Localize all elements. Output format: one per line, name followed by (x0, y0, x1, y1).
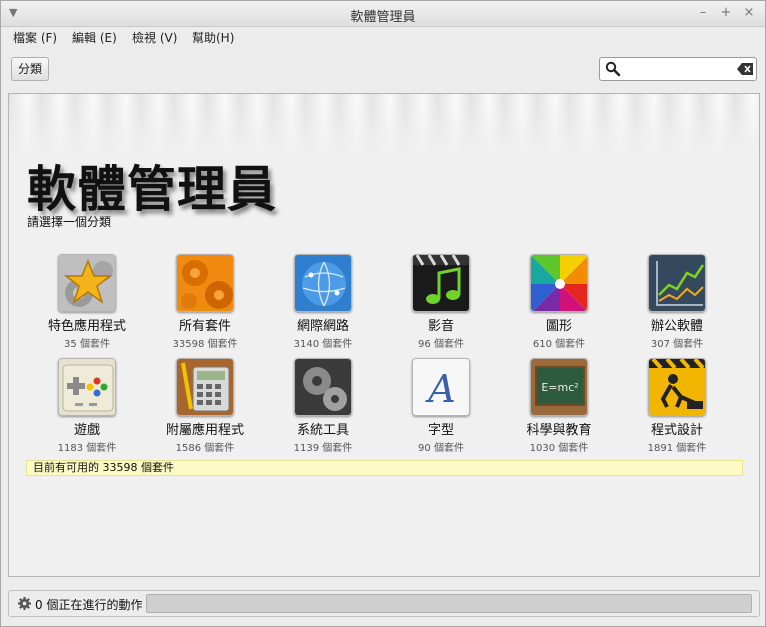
title-bar: ▼ 軟體管理員 – + × (1, 1, 765, 27)
svg-text:A: A (425, 367, 455, 411)
progress-bar (146, 594, 752, 613)
toolbar: 分類 (1, 49, 765, 89)
maximize-icon[interactable]: + (719, 5, 733, 20)
calculator-pencil-icon (176, 358, 234, 416)
category-name: 遊戲 (73, 423, 100, 438)
category-office[interactable]: 辦公軟體 307 個套件 (618, 254, 736, 350)
category-count: 1586 個套件 (175, 443, 235, 454)
decorative-banner (9, 94, 759, 154)
clapperboard-music-icon (412, 254, 470, 312)
svg-text:E=mc²: E=mc² (541, 381, 578, 394)
category-name: 字型 (427, 423, 454, 438)
menu-file[interactable]: 檔案 (F) (13, 29, 57, 46)
gear-icon (18, 597, 31, 610)
category-count: 3140 個套件 (293, 339, 353, 350)
chalkboard-formula-icon: E=mc² (530, 358, 588, 416)
category-count: 307 個套件 (650, 339, 704, 350)
category-count: 33598 個套件 (172, 339, 238, 350)
category-count: 90 個套件 (418, 443, 464, 454)
category-name: 程式設計 (650, 423, 703, 438)
category-count: 1139 個套件 (293, 443, 353, 454)
category-programming[interactable]: 程式設計 1891 個套件 (618, 358, 736, 454)
category-name: 附屬應用程式 (165, 423, 244, 438)
close-icon[interactable]: × (742, 5, 756, 20)
search-input[interactable] (599, 57, 757, 81)
star-gear-icon (58, 254, 116, 312)
category-name: 系統工具 (296, 423, 349, 438)
gamepad-icon (58, 358, 116, 416)
category-count: 1183 個套件 (57, 443, 117, 454)
menu-help[interactable]: 幫助(H) (192, 29, 234, 46)
category-name: 影音 (427, 319, 454, 334)
globe-network-icon (294, 254, 352, 312)
line-chart-icon (648, 254, 706, 312)
category-count: 96 個套件 (418, 339, 464, 350)
search-icon (605, 61, 621, 77)
category-button[interactable]: 分類 (11, 57, 49, 81)
category-count: 1891 個套件 (647, 443, 707, 454)
category-accessories[interactable]: 附屬應用程式 1586 個套件 (146, 358, 264, 454)
clear-search-icon[interactable] (737, 63, 753, 75)
category-science-education[interactable]: E=mc² 科學與教育 1030 個套件 (500, 358, 618, 454)
menu-view[interactable]: 檢視 (V) (132, 29, 177, 46)
category-name: 辦公軟體 (650, 319, 703, 334)
font-letter-icon: A (412, 358, 470, 416)
category-name: 圖形 (545, 319, 572, 334)
category-count: 610 個套件 (532, 339, 586, 350)
software-manager-window: ▼ 軟體管理員 – + × 檔案 (F) 編輯 (E) 檢視 (V) 幫助(H)… (0, 0, 766, 627)
color-swirl-icon (530, 254, 588, 312)
page-title: 軟體管理員 (27, 161, 278, 218)
category-view: 軟體管理員 請選擇一個分類 特色應用程式 35 個套件 所有套件 33598 個… (8, 93, 760, 577)
category-sound-video[interactable]: 影音 96 個套件 (382, 254, 500, 350)
category-graphics[interactable]: 圖形 610 個套件 (500, 254, 618, 350)
active-tasks-label: 0 個正在進行的動作 (35, 598, 143, 612)
category-count: 1030 個套件 (529, 443, 589, 454)
menu-edit[interactable]: 編輯 (E) (72, 29, 117, 46)
category-name: 所有套件 (178, 319, 231, 334)
page-subtitle: 請選擇一個分類 (27, 215, 112, 229)
available-packages-banner: 目前有可用的 33598 個套件 (26, 460, 743, 476)
category-games[interactable]: 遊戲 1183 個套件 (28, 358, 146, 454)
category-internet[interactable]: 網際網路 3140 個套件 (264, 254, 382, 350)
window-title: 軟體管理員 (350, 10, 416, 25)
category-name: 科學與教育 (526, 423, 592, 438)
minimize-icon[interactable]: – (696, 5, 710, 20)
construction-worker-icon (648, 358, 706, 416)
category-system-tools[interactable]: 系統工具 1139 個套件 (264, 358, 382, 454)
status-bar: 0 個正在進行的動作 (8, 590, 760, 617)
orange-gears-icon (176, 254, 234, 312)
category-featured[interactable]: 特色應用程式 35 個套件 (28, 254, 146, 350)
category-name: 特色應用程式 (47, 319, 126, 334)
menu-bar: 檔案 (F) 編輯 (E) 檢視 (V) 幫助(H) (1, 27, 765, 49)
category-all-packages[interactable]: 所有套件 33598 個套件 (146, 254, 264, 350)
category-name: 網際網路 (296, 319, 349, 334)
category-fonts[interactable]: A 字型 90 個套件 (382, 358, 500, 454)
category-count: 35 個套件 (64, 339, 110, 350)
dark-gears-icon (294, 358, 352, 416)
